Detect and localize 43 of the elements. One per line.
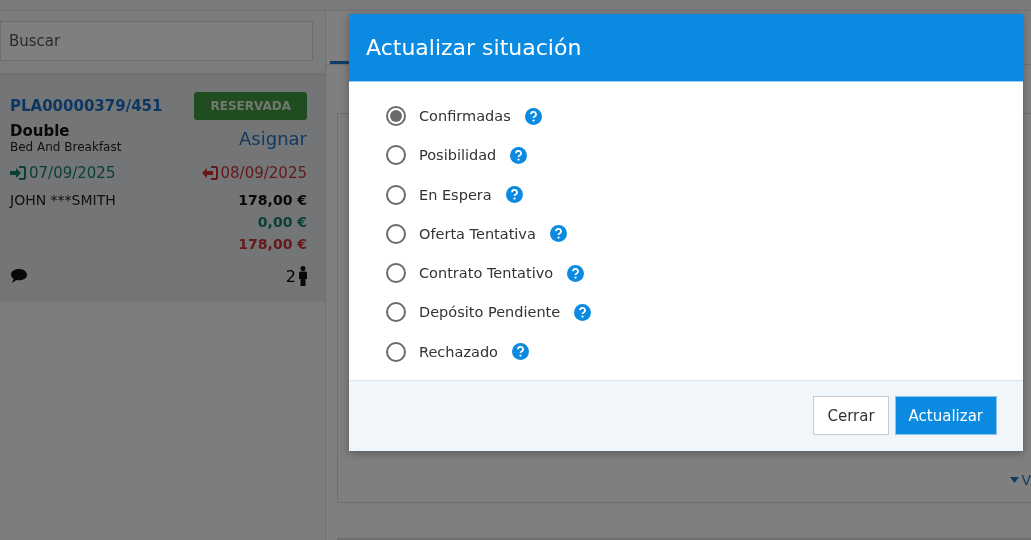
help-icon[interactable] [549, 225, 567, 243]
help-icon[interactable] [505, 186, 523, 204]
check-out-icon [201, 166, 218, 180]
radio-button[interactable] [386, 184, 406, 205]
radio-button[interactable] [386, 302, 406, 323]
person-icon [299, 266, 307, 286]
check-in-icon [10, 166, 26, 180]
room-type: Double [10, 122, 71, 140]
option-label: Depósito Pendiente [419, 304, 561, 321]
total-amount: 178,00 € [238, 192, 307, 208]
option-label: Posibilidad [419, 147, 497, 164]
paid-amount: 0,00 € [257, 214, 307, 230]
radio-button[interactable] [386, 145, 406, 166]
assign-link[interactable]: Asignar [239, 127, 307, 149]
help-icon[interactable] [574, 304, 592, 321]
status-badge: RESERVADA [194, 92, 307, 120]
help-icon[interactable] [524, 107, 542, 125]
help-icon[interactable] [511, 343, 529, 361]
option-label: Contrato Tentativo [419, 265, 554, 282]
pending-amount: 178,00 € [238, 236, 307, 252]
radio-button[interactable] [386, 106, 406, 126]
check-out-date: 08/09/2025 [220, 164, 307, 182]
dialog-title: Actualizar situación [366, 35, 582, 60]
radio-button[interactable] [386, 341, 406, 362]
option-label: Oferta Tentativa [419, 225, 536, 242]
option-label: Confirmadas [419, 108, 511, 124]
board-type: Bed And Breakfast [10, 140, 122, 154]
help-icon[interactable] [567, 264, 585, 282]
guest-count: 2 [285, 266, 296, 286]
option-label: En Espera [419, 186, 492, 203]
search-field[interactable]: Buscar [0, 21, 313, 61]
guest-name: JOHN ***SMITH [10, 192, 116, 208]
check-in-date: 07/09/2025 [29, 164, 116, 182]
expand-link[interactable]: V [1010, 472, 1031, 488]
update-button[interactable]: Actualizar [894, 396, 997, 436]
radio-button[interactable] [386, 223, 406, 244]
close-button[interactable]: Cerrar [813, 396, 889, 436]
caret-icon [1010, 477, 1020, 483]
radio-button[interactable] [386, 263, 406, 284]
help-icon[interactable] [510, 146, 528, 164]
option-label: Rechazado [419, 343, 498, 360]
booking-code: PLA00000379/451 [10, 97, 163, 115]
comment-icon[interactable] [10, 268, 28, 284]
